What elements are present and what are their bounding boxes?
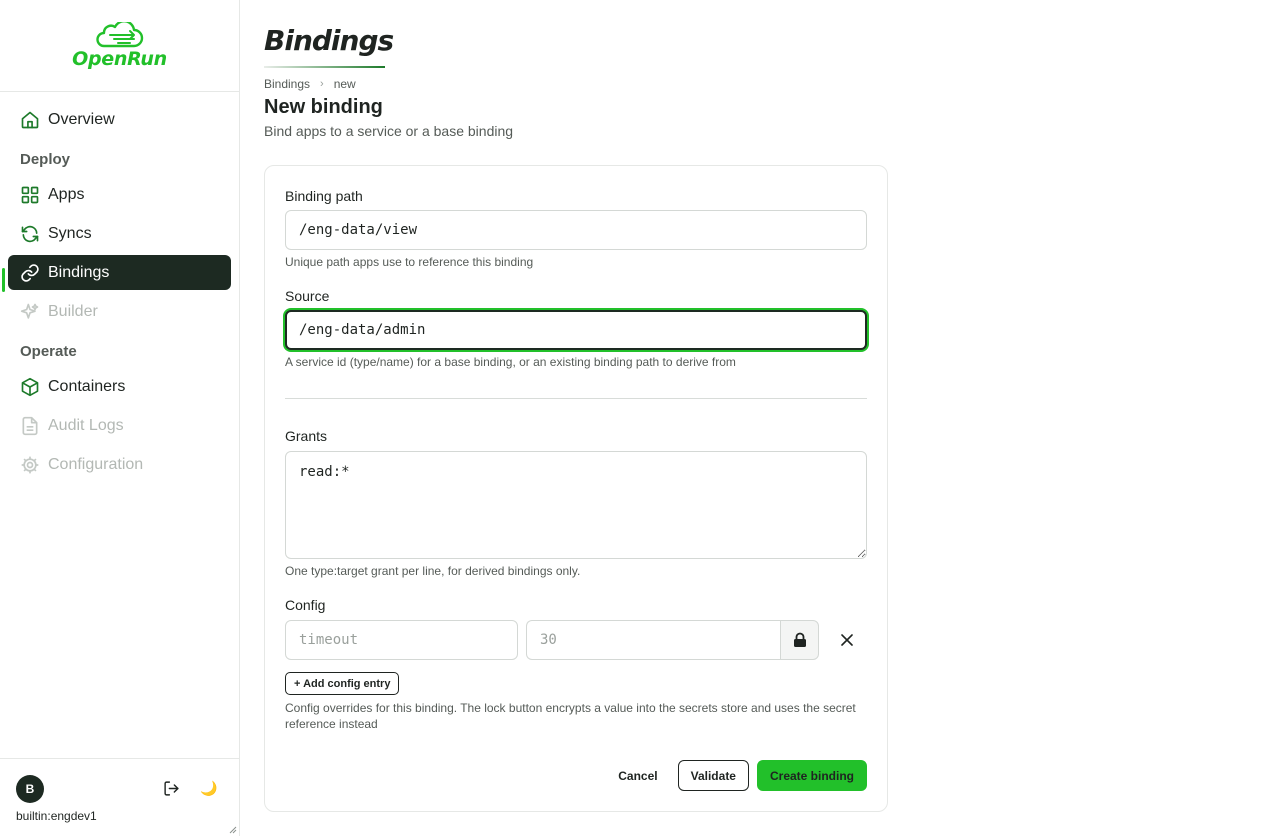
config-key-input[interactable] [285,620,518,660]
binding-path-label: Binding path [285,188,363,204]
sparkle-icon [20,302,40,322]
sidebar-item-label: Containers [48,377,126,395]
cube-icon [20,377,40,397]
sidebar-item-label: Audit Logs [48,416,124,434]
sidebar-item-configuration[interactable]: Configuration [8,447,231,482]
sidebar-item-builder[interactable]: Builder [8,294,231,329]
add-config-entry-button[interactable]: + Add config entry [285,672,400,695]
avatar[interactable]: B [16,775,44,803]
gear-icon [20,455,40,475]
breadcrumb-current: new [333,77,356,91]
sidebar-item-label: Builder [48,302,98,320]
page-subtitle: Bind apps to a service or a base binding [264,123,514,139]
cloud-logo-icon [95,21,143,47]
binding-form-card: Binding path Unique path apps use to ref… [264,165,888,812]
home-icon [20,110,40,130]
create-binding-button[interactable]: Create binding [756,760,867,791]
sidebar-item-overview[interactable]: Overview [8,102,231,137]
config-label: Config [285,597,326,613]
sidebar-item-containers[interactable]: Containers [8,369,231,404]
breadcrumb: Bindings › new [264,77,356,91]
refresh-icon [20,224,40,244]
sidebar-item-label: Configuration [48,455,144,473]
sidebar-item-label: Syncs [48,224,92,242]
link-icon [20,263,40,283]
heading-underline [264,66,385,68]
document-icon [20,416,40,436]
sidebar-item-apps[interactable]: Apps [8,177,231,212]
page-title: New binding [264,96,383,118]
sidebar-footer: B builtin:engdev1 🌙 [0,758,239,836]
sidebar-item-label: Overview [48,110,115,128]
chevron-right-icon: › [320,78,324,90]
lock-icon[interactable] [780,620,819,660]
config-help: Config overrides for this binding. The l… [285,701,856,731]
user-name: builtin:engdev1 [16,809,97,823]
grid-icon [20,185,40,205]
logo[interactable]: OpenRun [0,0,239,92]
sidebar-nav: Overview Deploy Apps Syncs Bindings Buil… [0,92,239,482]
grants-textarea[interactable]: read:* [285,451,867,559]
grants-label: Grants [285,428,328,444]
sidebar-item-bindings[interactable]: Bindings [8,255,231,290]
breadcrumb-bindings[interactable]: Bindings [264,77,310,91]
config-value-input[interactable] [526,620,781,660]
logo-text: OpenRun [72,47,167,70]
form-divider [285,398,867,399]
binding-path-help: Unique path apps use to reference this b… [285,255,534,269]
cancel-button[interactable]: Cancel [606,760,669,791]
binding-path-input[interactable] [285,210,867,250]
form-actions: Cancel Validate Create binding [606,760,867,791]
sidebar-item-syncs[interactable]: Syncs [8,216,231,251]
section-deploy: Deploy [20,150,71,168]
sidebar: OpenRun Overview Deploy Apps Syncs Bindi… [0,0,240,836]
source-label: Source [285,288,330,304]
section-operate: Operate [20,342,77,360]
logout-icon[interactable] [162,779,180,797]
close-icon[interactable] [835,628,859,652]
sidebar-item-label: Bindings [48,263,110,281]
main-content: Bindings Bindings › new New binding Bind… [240,0,1280,836]
validate-button[interactable]: Validate [677,760,749,791]
moon-icon[interactable]: 🌙 [200,779,218,797]
grants-help: One type:target grant per line, for deri… [285,564,581,578]
resize-grip-icon[interactable] [229,826,237,834]
sidebar-item-audit-logs[interactable]: Audit Logs [8,408,231,443]
page-heading: Bindings [264,24,394,57]
source-input[interactable] [285,310,867,350]
source-help: A service id (type/name) for a base bind… [285,355,736,369]
sidebar-item-label: Apps [48,185,85,203]
